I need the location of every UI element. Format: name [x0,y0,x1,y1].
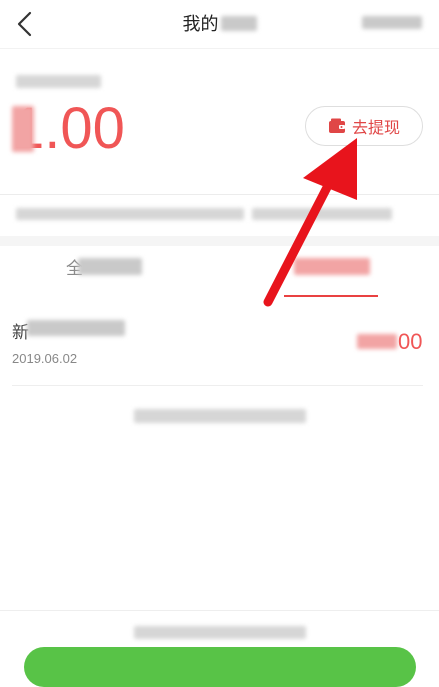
redacted-title-suffix [220,16,257,31]
section-gap [0,236,439,246]
tab-all[interactable]: 全 [60,250,170,284]
bottom-divider [0,610,439,611]
balance-label-redacted [16,75,101,88]
info-note-redacted [16,208,244,220]
tab-all-label-redacted [78,258,142,275]
section-divider [0,194,439,195]
bottom-action-button[interactable] [24,647,416,687]
balance-amount-redacted [12,106,34,152]
header-bar: 我的 [0,0,439,48]
record-divider [12,385,423,386]
withdraw-label: 去提现 [351,118,400,137]
page-title-text: 我的 [182,14,219,35]
record-title-redacted [27,320,125,336]
list-end-note-redacted [134,409,306,423]
record-amount-redacted [357,334,397,349]
withdraw-button[interactable]: 去提现 [305,106,423,146]
footer-note-redacted [134,626,306,639]
wallet-icon [328,118,345,133]
info-note-link-redacted[interactable] [252,208,392,220]
tab-selected[interactable] [285,250,377,284]
tab-selected-label-redacted [294,258,370,275]
header-divider [0,48,439,49]
tab-active-indicator [284,295,378,297]
record-amount: 00 [398,329,423,354]
header-action-redacted[interactable] [362,16,422,29]
record-date: 2019.06.02 [12,351,78,366]
